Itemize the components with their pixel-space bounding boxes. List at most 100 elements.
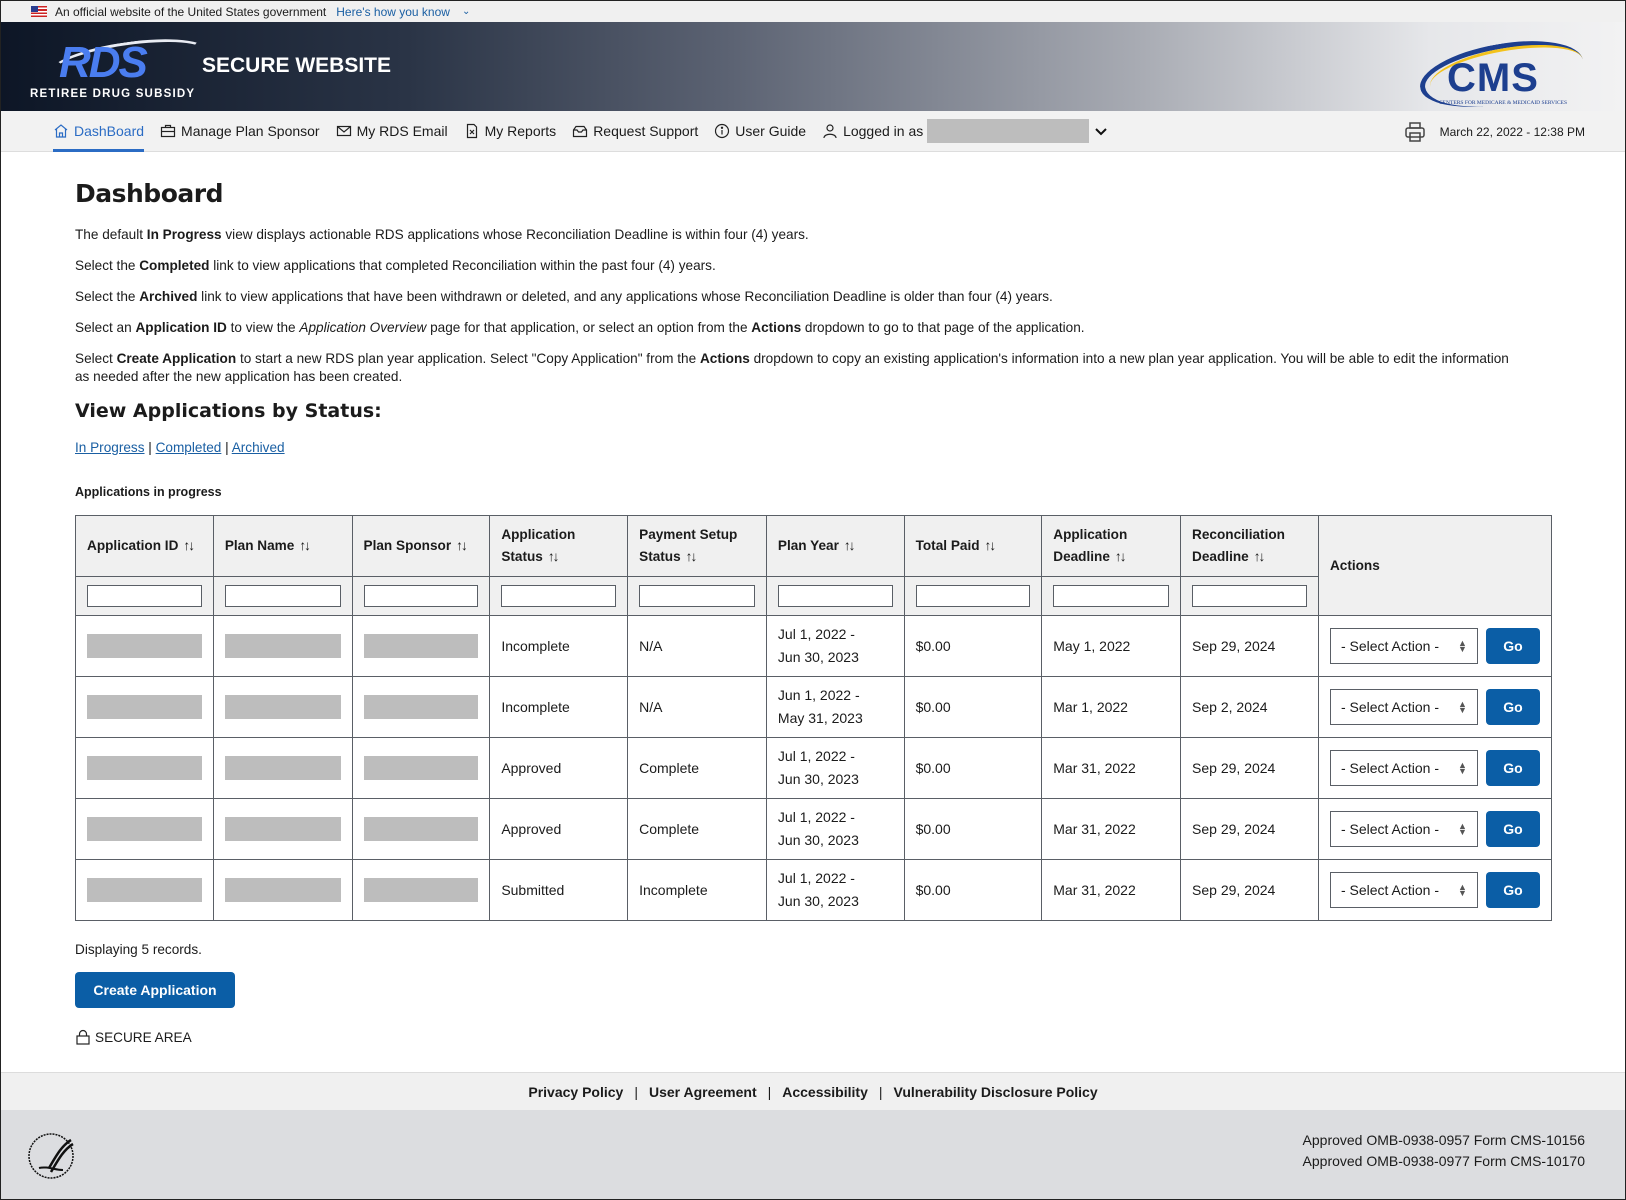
main-content: Dashboard The default In Progress view d…	[1, 152, 1625, 1045]
column-header-plan-year[interactable]: Plan Year ↑↓	[765, 515, 905, 577]
redacted-plan-sponsor	[363, 634, 479, 658]
go-button[interactable]: Go	[1485, 689, 1540, 725]
cell-total-paid: $0.00	[903, 737, 1043, 799]
filter-plan-sponsor[interactable]	[363, 585, 479, 607]
column-header-application-id[interactable]: Application ID ↑↓	[75, 515, 214, 577]
cell-plan-year: Jul 1, 2022 - Jun 30, 2023	[765, 615, 905, 677]
rds-logo[interactable]: RDS RETIREE DRUG SUBSIDY	[29, 31, 212, 106]
rds-logo-subtitle: RETIREE DRUG SUBSIDY	[30, 88, 196, 100]
site-title: SECURE WEBSITE	[202, 54, 392, 77]
cell-actions: - Select Action - ▲ ▼ Go	[1317, 676, 1553, 738]
go-button[interactable]: Go	[1485, 750, 1540, 786]
sort-icon[interactable]: ↑↓	[299, 538, 311, 553]
nav-dashboard[interactable]: DashBoard	[53, 111, 145, 152]
column-header-payment-setup-status[interactable]: Payment Setup Status ↑↓	[627, 515, 767, 577]
status-link-completed[interactable]: Completed	[156, 440, 222, 455]
site-header: RDS RETIREE DRUG SUBSIDY SECURE WEBSITE …	[1, 22, 1625, 118]
gov-banner: An official website of the United States…	[1, 1, 1625, 22]
redacted-application-id[interactable]	[87, 695, 202, 719]
cell-actions: - Select Action - ▲ ▼ Go	[1317, 859, 1553, 921]
sort-icon[interactable]: ↑↓	[548, 549, 560, 564]
column-header-application-deadline[interactable]: Application Deadline ↑↓	[1041, 515, 1182, 577]
separator: |	[767, 1083, 772, 1100]
go-button[interactable]: Go	[1485, 628, 1540, 664]
report-icon	[466, 123, 477, 139]
sort-icon[interactable]: ↑↓	[686, 549, 698, 564]
table-row: Approved Complete Jul 1, 2022 - Jun 30, 202…	[75, 737, 1553, 799]
status-link-archived[interactable]: Archived	[232, 440, 285, 455]
filter-total-paid[interactable]	[915, 585, 1031, 607]
action-select[interactable]: - Select Action - ▲ ▼	[1329, 872, 1478, 908]
chevron-down-icon[interactable]: ⌄	[462, 6, 470, 17]
cell-application-deadline: Mar 31, 2022	[1041, 798, 1182, 860]
sort-icon[interactable]: ↑↓	[1254, 549, 1266, 564]
nav-request-support[interactable]: Request Support	[572, 111, 698, 152]
redacted-application-id[interactable]	[87, 817, 202, 841]
footer-link-accessibility[interactable]: Accessibility	[782, 1084, 868, 1100]
cell-reconciliation-deadline: Sep 2, 2024	[1180, 676, 1319, 738]
chevron-down-icon[interactable]	[1095, 123, 1112, 139]
status-link-in-progress[interactable]: In Progress	[75, 440, 145, 455]
logged-in-label: Logged in as	[843, 123, 924, 139]
cms-logo-subtitle: CENTERS FOR MEDICARE & MEDICAID SERVICES	[1439, 100, 1568, 106]
filter-application-status[interactable]	[501, 585, 617, 607]
sort-icon[interactable]: ↑↓	[844, 538, 856, 553]
filter-plan-name[interactable]	[224, 585, 341, 607]
filter-application-id[interactable]	[87, 585, 202, 607]
table-row: Submitted Incomplete Jul 1, 2022 - Jun 30, …	[75, 859, 1553, 921]
column-header-plan-sponsor[interactable]: Plan Sponsor ↑↓	[351, 515, 491, 577]
column-header-total-paid[interactable]: Total Paid ↑↓	[903, 515, 1043, 577]
action-select[interactable]: - Select Action - ▲ ▼	[1329, 750, 1478, 786]
go-button[interactable]: Go	[1485, 811, 1540, 847]
action-select[interactable]: - Select Action - ▲ ▼	[1329, 689, 1478, 725]
nav-right: March 22, 2022 - 12:38 PM	[1404, 111, 1585, 152]
column-header-reconciliation-deadline[interactable]: Reconciliation Deadline ↑↓	[1180, 515, 1319, 577]
secure-area: SECURE AREA	[75, 1029, 1625, 1045]
redacted-application-id[interactable]	[87, 756, 202, 780]
cell-application-status: Incomplete	[489, 615, 629, 677]
footer-link-vulnerability-disclosure[interactable]: Vulnerability Disclosure Policy	[894, 1084, 1098, 1100]
record-count: Displaying 5 records.	[75, 942, 202, 957]
intro-paragraph: Select the Archived link to view applica…	[75, 289, 1053, 304]
filter-application-deadline[interactable]	[1053, 585, 1170, 607]
sort-icon[interactable]: ↑↓	[1115, 549, 1127, 564]
omb-line-1: Approved OMB-0938-0957 Form CMS-10156	[1302, 1132, 1585, 1148]
cell-payment-setup-status: Incomplete	[627, 859, 767, 921]
footer-link-privacy-policy[interactable]: Privacy Policy	[528, 1084, 623, 1100]
filter-payment-setup-status[interactable]	[639, 585, 755, 607]
redacted-application-id[interactable]	[87, 634, 202, 658]
briefcase-icon	[160, 124, 176, 138]
nav-user-guide[interactable]: User Guide	[714, 111, 806, 152]
secure-area-label: SECURE AREA	[95, 1029, 192, 1045]
sort-icon[interactable]: ↑↓	[456, 538, 468, 553]
redacted-plan-name	[224, 695, 341, 719]
filter-plan-year[interactable]	[777, 585, 893, 607]
user-menu[interactable]: Logged in as	[822, 111, 1112, 152]
page-title: Dashboard	[75, 179, 223, 208]
create-application-button[interactable]: Create Application	[75, 972, 235, 1008]
nav-my-rds-email[interactable]: My RDS Email	[336, 111, 448, 152]
footer-link-user-agreement[interactable]: User Agreement	[649, 1084, 757, 1100]
redacted-application-id[interactable]	[87, 878, 202, 902]
cell-application-status: Incomplete	[489, 676, 629, 738]
nav-my-reports[interactable]: My Reports	[464, 111, 556, 152]
nav-dashboard-label: DashBoard	[74, 123, 145, 139]
go-button[interactable]: Go	[1485, 872, 1540, 908]
footer-bottom: Approved OMB-0938-0957 Form CMS-10156 Ap…	[1, 1110, 1625, 1199]
column-header-application-status[interactable]: Application Status ↑↓	[489, 515, 629, 577]
nav-manage-plan-sponsor[interactable]: Manage Plan Sponsor	[160, 111, 320, 152]
filter-reconciliation-deadline[interactable]	[1192, 585, 1307, 607]
print-icon[interactable]	[1404, 121, 1426, 143]
how-you-know-link[interactable]: Here's how you know	[336, 5, 450, 19]
current-datetime: March 22, 2022 - 12:38 PM	[1439, 124, 1585, 139]
sort-icon[interactable]: ↑↓	[183, 538, 195, 553]
sort-icon[interactable]: ↑↓	[985, 538, 997, 553]
cell-payment-setup-status: Complete	[627, 737, 767, 799]
cell-application-deadline: May 1, 2022	[1041, 615, 1182, 677]
action-select[interactable]: - Select Action - ▲ ▼	[1329, 628, 1478, 664]
nav-user-guide-label: User Guide	[735, 123, 807, 139]
intro-paragraph: Select an Application ID to view the App…	[75, 320, 1085, 335]
action-select[interactable]: - Select Action - ▲ ▼	[1329, 811, 1478, 847]
cell-application-status: Approved	[489, 737, 629, 799]
column-header-plan-name[interactable]: Plan Name ↑↓	[212, 515, 353, 577]
